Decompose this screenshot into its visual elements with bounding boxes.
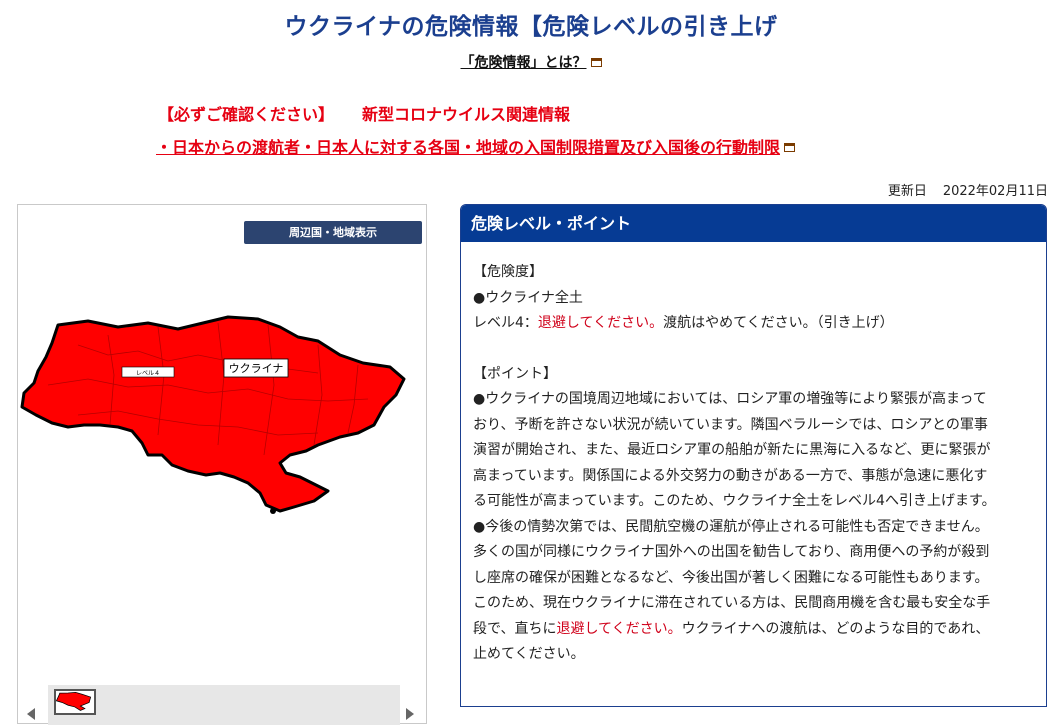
point2-line: 止めてください。 <box>473 646 585 662</box>
point2-line: 段で、直ちに退避してください。ウクライナへの渡航は、どのような目的であれ、 <box>473 617 1032 643</box>
notice-line: 【必ずご確認ください】 新型コロナウイルス関連情報 <box>158 101 570 125</box>
point2-line: し座席の確保が困難となるなど、今後出国が著しく困難になる可能性もあります。 <box>473 569 989 586</box>
risk-level-line: レベル4：退避してください。渡航はやめてください。（引き上げ） <box>473 311 1032 337</box>
risk-level-panel: 危険レベル・ポイント 【危険度】 ●ウクライナ全土 レベル4：退避してください。… <box>460 204 1047 707</box>
point1-line: おり、予断を許さない状況が続いています。隣国ベラルーシでは、ロシアとの軍事 <box>473 416 988 433</box>
region-display-button[interactable]: 周辺国・地域表示 <box>244 221 422 244</box>
thumb-next-icon[interactable] <box>406 708 414 720</box>
external-window-icon <box>784 143 796 152</box>
external-window-icon <box>590 57 602 67</box>
point2-line: このため、現在ウクライナに滞在されている方は、民間商用機を含む最も安全な手 <box>473 595 991 611</box>
about-danger-info-link[interactable]: 「危険情報」とは？ <box>0 52 1062 72</box>
map-thumbnail-image <box>55 692 92 711</box>
updated-value: 2022年02月11日 <box>942 184 1048 199</box>
ukraine-map[interactable]: レベル４ ウクライナ <box>18 315 426 525</box>
entry-restriction-link[interactable]: ・日本からの渡航者・日本人に対する各国・地域の入国制限措置及び入国後の行動制限 <box>156 134 796 158</box>
thumb-prev-icon[interactable] <box>27 708 35 720</box>
evacuate-text: 退避してください。 <box>556 620 682 637</box>
risk-level-body: 【危険度】 ●ウクライナ全土 レベル4：退避してください。渡航はやめてください。… <box>461 242 1046 668</box>
risk-level-header: 危険レベル・ポイント <box>461 205 1046 242</box>
covid-info-label: 新型コロナウイルス関連情報 <box>362 105 571 124</box>
updated-label: 更新日 <box>887 184 927 199</box>
evacuate-text: 退避してください。 <box>537 315 664 331</box>
entry-restriction-link-text: ・日本からの渡航者・日本人に対する各国・地域の入国制限措置及び入国後の行動制限 <box>156 138 781 157</box>
map-panel: 周辺国・地域表示 レベル４ ウクライナ <box>17 204 427 725</box>
point1-line: る可能性が高まっています。このため、ウクライナ全土をレベル4へ引き上げます。 <box>473 493 996 509</box>
risk-heading: 【危険度】 <box>473 264 543 280</box>
point1-line: ●ウクライナの国境周辺地域においては、ロシア軍の増強等により緊張が高まって <box>473 391 987 407</box>
thumbnail-strip <box>48 685 400 725</box>
updated-date: 更新日 2022年02月11日 <box>888 180 1048 199</box>
about-link-text: 「危険情報」とは？ <box>460 55 587 71</box>
page-title: ウクライナの危険情報【危険レベルの引き上げ <box>284 14 778 40</box>
point1-line: 高まっています。関係国による外交努力の動きがある一方で、事態が急速に悪化す <box>473 467 988 484</box>
point2-line: 多くの国が同様にウクライナ国外への出国を勧告しており、商用便への予約が殺到 <box>473 544 990 560</box>
sevastopol-marker <box>270 508 276 514</box>
legend-label: レベル４ <box>136 370 160 377</box>
risk-area: ●ウクライナ全土 <box>473 289 583 306</box>
point-heading: 【ポイント】 <box>473 365 557 382</box>
point2-suffix: ウクライナへの渡航は、どのような目的であれ、 <box>681 620 990 637</box>
point1-line: 演習が開始され、また、最近ロシア軍の船舶が新たに黒海に入るなど、更に緊張が <box>473 442 991 458</box>
risk-level-suffix: 渡航はやめてください。（引き上げ） <box>663 315 894 331</box>
point2-line: ●今後の情勢次第では、民間航空機の運航が停止される可能性も否定できません。 <box>473 518 989 535</box>
notice-label: 【必ずご確認ください】 <box>158 105 335 124</box>
ukraine-map-shape[interactable] <box>20 315 406 513</box>
risk-level-prefix: レベル4： <box>473 315 538 331</box>
point2-prefix: 段で、直ちに <box>473 620 557 637</box>
map-thumbnail[interactable] <box>54 689 96 715</box>
country-label: ウクライナ <box>229 362 284 375</box>
